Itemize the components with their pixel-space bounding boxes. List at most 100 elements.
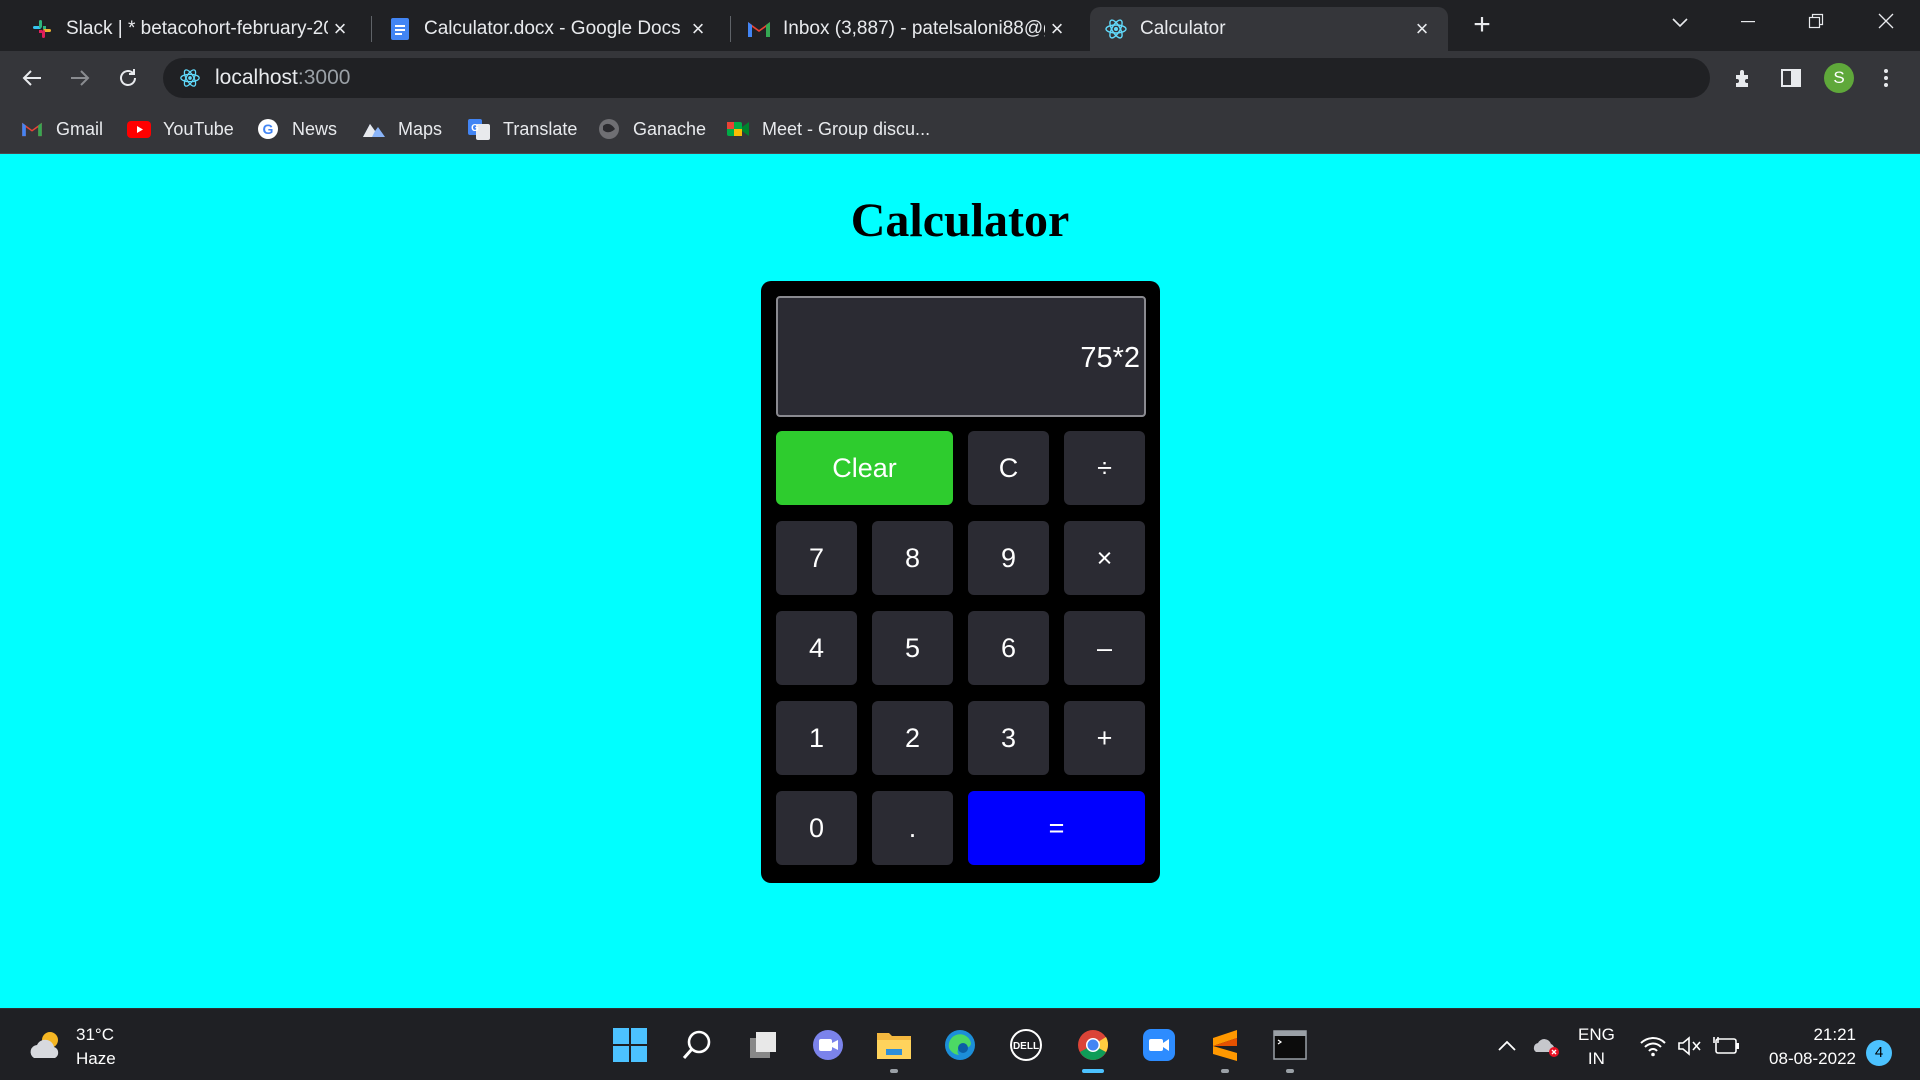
bookmark-gmail[interactable]: Gmail xyxy=(20,114,103,144)
zoom-icon[interactable] xyxy=(1139,1025,1179,1065)
bookmark-meet[interactable]: Meet - Group discu... xyxy=(726,114,930,144)
digit-4-button[interactable]: 4 xyxy=(776,611,857,685)
ganache-icon xyxy=(597,117,621,141)
reload-icon[interactable] xyxy=(112,62,144,94)
page-title: Calculator xyxy=(850,194,1070,247)
close-icon[interactable]: × xyxy=(1410,16,1434,41)
bookmark-label: Translate xyxy=(503,118,578,139)
svg-text:G: G xyxy=(471,123,479,134)
bookmark-translate[interactable]: G Translate xyxy=(467,114,577,144)
chrome-icon[interactable] xyxy=(1073,1025,1113,1073)
digit-5-button[interactable]: 5 xyxy=(872,611,953,685)
backspace-button[interactable]: C xyxy=(968,431,1049,505)
bookmark-youtube[interactable]: YouTube xyxy=(127,114,234,144)
weather-condition: Haze xyxy=(76,1049,116,1068)
decimal-button[interactable]: . xyxy=(872,791,953,865)
tab-title: Slack | * betacohort-february-202 xyxy=(66,18,328,39)
temperature: 31°C xyxy=(76,1025,114,1044)
start-icon[interactable] xyxy=(610,1025,650,1065)
new-tab-button[interactable]: + xyxy=(1467,10,1497,40)
close-icon[interactable]: × xyxy=(686,16,710,41)
back-icon[interactable] xyxy=(16,62,48,94)
wifi-icon[interactable] xyxy=(1638,1031,1668,1061)
dell-icon[interactable]: DELL xyxy=(1006,1025,1046,1065)
avatar: S xyxy=(1824,63,1854,93)
browser-toolbar: localhost:3000 S xyxy=(0,51,1920,104)
divide-button[interactable]: ÷ xyxy=(1064,431,1145,505)
clock[interactable]: 21:21 08-08-2022 xyxy=(1756,1023,1856,1071)
bookmark-label: Ganache xyxy=(633,118,707,139)
side-panel-icon[interactable] xyxy=(1775,62,1807,94)
tab-title: Calculator xyxy=(1140,18,1226,39)
plus-button[interactable]: + xyxy=(1064,701,1145,775)
equals-button[interactable]: = xyxy=(968,791,1145,865)
digit-1-button[interactable]: 1 xyxy=(776,701,857,775)
speaker-muted-icon[interactable] xyxy=(1675,1031,1705,1061)
minimize-icon[interactable] xyxy=(1728,8,1768,38)
tab-slack[interactable]: Slack | * betacohort-february-202 × xyxy=(16,7,366,51)
language-indicator[interactable]: ENG IN xyxy=(1578,1023,1615,1071)
close-window-icon[interactable] xyxy=(1866,8,1906,38)
gmail-icon xyxy=(20,117,44,141)
teams-chat-icon[interactable] xyxy=(808,1025,848,1065)
file-explorer-icon[interactable] xyxy=(874,1025,914,1073)
bookmark-news[interactable]: G News xyxy=(256,114,337,144)
battery-icon[interactable] xyxy=(1711,1031,1741,1061)
terminal-icon[interactable] xyxy=(1270,1025,1310,1073)
slack-icon xyxy=(30,17,54,41)
minus-button[interactable]: – xyxy=(1064,611,1145,685)
meet-icon xyxy=(726,117,750,141)
bookmark-ganache[interactable]: Ganache xyxy=(597,114,706,144)
tab-search-icon[interactable] xyxy=(1660,8,1700,38)
url-port: :3000 xyxy=(297,66,351,89)
youtube-icon xyxy=(127,117,151,141)
svg-text:DELL: DELL xyxy=(1013,1041,1039,1052)
digit-8-button[interactable]: 8 xyxy=(872,521,953,595)
digit-0-button[interactable]: 0 xyxy=(776,791,857,865)
onedrive-error-icon[interactable] xyxy=(1530,1031,1564,1061)
bookmark-maps[interactable]: Maps xyxy=(362,114,442,144)
task-view-icon[interactable] xyxy=(743,1025,783,1065)
haze-weather-icon xyxy=(28,1028,66,1067)
bookmark-label: YouTube xyxy=(163,118,234,139)
tab-google-docs[interactable]: Calculator.docx - Google Docs × xyxy=(374,7,724,51)
tab-title: Calculator.docx - Google Docs xyxy=(424,18,681,39)
weather-widget[interactable]: 31°C Haze xyxy=(28,1023,116,1071)
close-icon[interactable]: × xyxy=(1045,16,1069,41)
menu-icon[interactable] xyxy=(1870,62,1902,94)
tab-gmail[interactable]: Inbox (3,887) - patelsaloni88@gm × xyxy=(733,7,1083,51)
tab-divider xyxy=(371,16,372,42)
tab-divider xyxy=(730,16,731,42)
date: 08-08-2022 xyxy=(1769,1049,1856,1068)
extensions-icon[interactable] xyxy=(1727,62,1759,94)
react-icon xyxy=(1104,17,1128,41)
multiply-button[interactable]: × xyxy=(1064,521,1145,595)
digit-2-button[interactable]: 2 xyxy=(872,701,953,775)
chevron-up-icon[interactable] xyxy=(1492,1031,1522,1061)
search-icon[interactable] xyxy=(677,1025,717,1065)
calculator-display: 75*2 xyxy=(776,296,1146,417)
language-code: ENG xyxy=(1578,1025,1615,1044)
digit-3-button[interactable]: 3 xyxy=(968,701,1049,775)
profile-avatar[interactable]: S xyxy=(1823,62,1855,94)
digit-9-button[interactable]: 9 xyxy=(968,521,1049,595)
forward-icon[interactable] xyxy=(64,62,96,94)
clear-button[interactable]: Clear xyxy=(776,431,953,505)
sublime-text-icon[interactable] xyxy=(1205,1025,1245,1073)
notification-badge[interactable]: 4 xyxy=(1866,1040,1892,1066)
running-indicator xyxy=(1286,1069,1294,1073)
restore-icon[interactable] xyxy=(1796,8,1836,38)
digit-7-button[interactable]: 7 xyxy=(776,521,857,595)
tab-calculator[interactable]: Calculator × xyxy=(1090,7,1448,51)
close-icon[interactable]: × xyxy=(328,16,352,41)
tab-strip: Slack | * betacohort-february-202 × Calc… xyxy=(0,0,1920,51)
running-indicator xyxy=(1221,1069,1229,1073)
digit-6-button[interactable]: 6 xyxy=(968,611,1049,685)
google-docs-icon xyxy=(388,17,412,41)
bookmark-label: Gmail xyxy=(56,118,104,139)
edge-icon[interactable] xyxy=(940,1025,980,1065)
address-bar[interactable]: localhost:3000 xyxy=(163,58,1710,98)
running-indicator xyxy=(1082,1069,1104,1073)
tab-title: Inbox (3,887) - patelsaloni88@gm xyxy=(783,18,1045,39)
gmail-icon xyxy=(747,17,771,41)
